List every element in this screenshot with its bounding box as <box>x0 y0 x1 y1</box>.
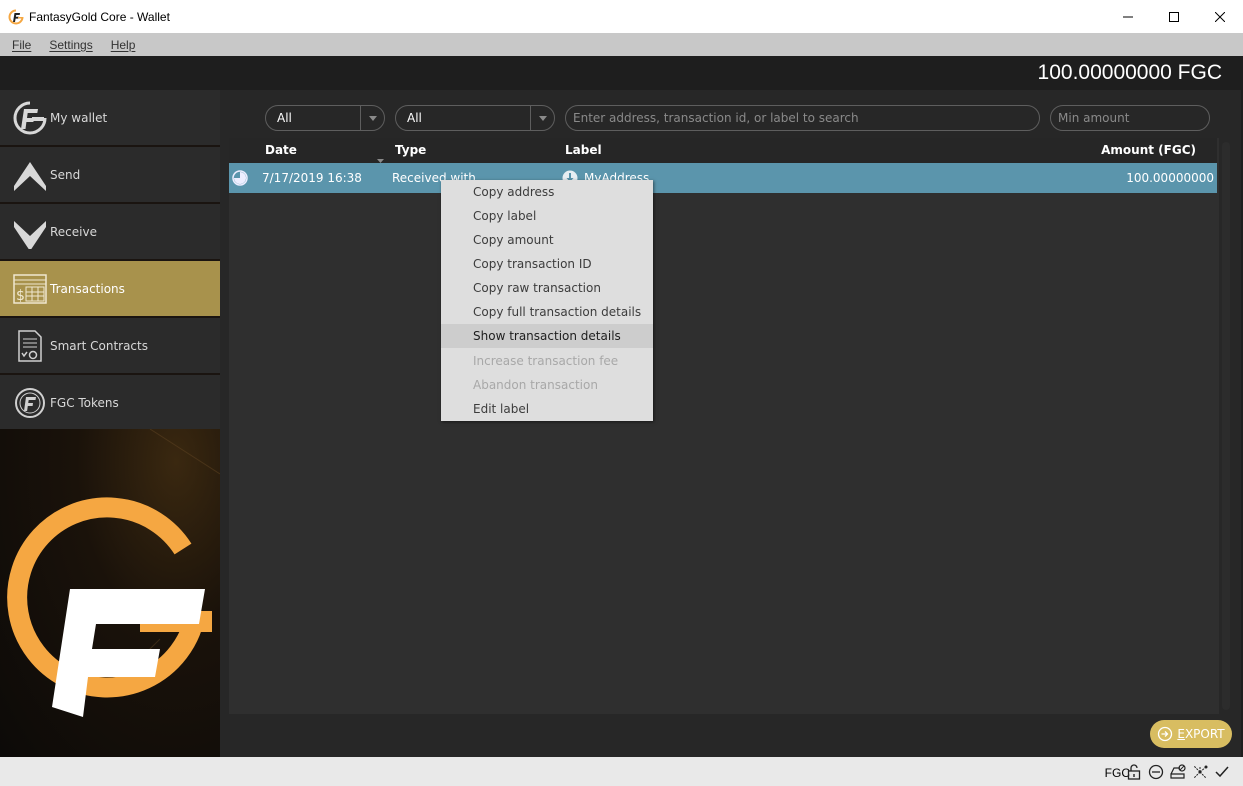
maximize-icon <box>1169 11 1179 22</box>
sidebar: My wallet Send Receive $ Transactions Sm… <box>0 90 220 757</box>
sidebar-item-send[interactable]: Send <box>0 147 220 202</box>
row-amount: 100.00000000 <box>1126 171 1214 185</box>
export-button[interactable]: EXPORT <box>1150 720 1232 748</box>
fantasygold-logo <box>7 429 220 717</box>
export-icon <box>1158 726 1173 742</box>
menu-item-copy-raw-transaction[interactable]: Copy raw transaction <box>441 276 653 300</box>
menu-settings[interactable]: Settings <box>49 38 92 52</box>
row-date: 7/17/2019 16:38 <box>262 171 362 185</box>
table-row[interactable]: 7/17/2019 16:38 Received with MyAddress … <box>229 163 1217 193</box>
synced-check-icon[interactable] <box>1213 763 1231 781</box>
date-filter-value: All <box>277 111 292 125</box>
sidebar-label: Smart Contracts <box>50 338 148 353</box>
menu-item-abandon-transaction: Abandon transaction <box>473 378 598 392</box>
search-input[interactable]: Enter address, transaction id, or label … <box>565 105 1040 131</box>
sidebar-label: My wallet <box>50 110 108 125</box>
menu-help[interactable]: Help <box>111 38 136 52</box>
column-date[interactable]: Date <box>265 143 297 157</box>
column-label[interactable]: Label <box>565 143 602 157</box>
app-logo-icon <box>8 9 24 24</box>
sidebar-brand-background <box>0 429 220 757</box>
sidebar-label: Send <box>50 167 81 182</box>
confirming-clock-icon <box>232 170 248 190</box>
menu-item-show-details[interactable]: Show transaction details <box>441 324 653 348</box>
sidebar-item-receive[interactable]: Receive <box>0 204 220 259</box>
send-arrow-up-icon <box>13 158 47 192</box>
menu-item-edit-label[interactable]: Edit label <box>441 397 653 421</box>
total-balance: 100.00000000 FGC <box>1037 61 1222 84</box>
scrollbar-track[interactable] <box>1222 142 1230 710</box>
status-bar: FGC <box>0 757 1243 786</box>
min-amount-input[interactable]: Min amount <box>1050 105 1210 131</box>
sidebar-label: FGC Tokens <box>50 395 119 410</box>
staking-off-icon[interactable] <box>1147 763 1165 781</box>
column-amount[interactable]: Amount (FGC) <box>1101 143 1196 157</box>
menu-item-copy-address[interactable]: Copy address <box>441 180 653 204</box>
lock-icon[interactable] <box>1125 763 1143 781</box>
export-label: EXPORT <box>1177 727 1225 741</box>
sidebar-item-fgc-tokens[interactable]: FGC Tokens <box>0 375 220 430</box>
context-menu: Copy address Copy label Copy amount Copy… <box>441 180 653 421</box>
balance-header: 100.00000000 FGC <box>0 56 1243 90</box>
sidebar-item-transactions[interactable]: $ Transactions <box>0 261 220 316</box>
maximize-button[interactable] <box>1151 0 1197 33</box>
chevron-down-icon <box>530 106 554 130</box>
type-filter-dropdown[interactable]: All <box>395 105 555 131</box>
transactions-icon: $ <box>13 272 47 306</box>
menu-item-copy-label[interactable]: Copy label <box>441 204 653 228</box>
close-button[interactable] <box>1197 0 1243 33</box>
transactions-page: All All Enter address, transaction id, o… <box>220 90 1243 757</box>
menu-item-copy-full-details[interactable]: Copy full transaction details <box>441 300 653 324</box>
sidebar-label: Transactions <box>50 281 125 296</box>
menu-bar: File Settings Help <box>0 33 1243 56</box>
vertical-scrollbar[interactable] <box>1219 138 1233 714</box>
network-icon[interactable] <box>1191 763 1209 781</box>
type-filter-value: All <box>407 111 422 125</box>
sidebar-item-smart-contracts[interactable]: Smart Contracts <box>0 318 220 373</box>
minimize-button[interactable] <box>1105 0 1151 33</box>
smart-contract-icon <box>13 329 47 363</box>
menu-item-copy-transaction-id[interactable]: Copy transaction ID <box>441 252 653 276</box>
chevron-down-icon <box>360 106 384 130</box>
column-type[interactable]: Type <box>395 143 426 157</box>
fg-logo-icon <box>13 101 47 135</box>
title-bar: FantasyGold Core - Wallet <box>0 0 1243 33</box>
sidebar-item-my-wallet[interactable]: My wallet <box>0 90 220 145</box>
hd-disabled-icon[interactable] <box>1169 763 1187 781</box>
menu-item-increase-fee: Increase transaction fee <box>473 354 619 368</box>
minimize-icon <box>1123 16 1133 17</box>
window-title: FantasyGold Core - Wallet <box>29 9 170 24</box>
close-icon <box>1215 11 1225 22</box>
receive-arrow-down-icon <box>13 215 47 249</box>
token-icon <box>13 386 47 420</box>
date-filter-dropdown[interactable]: All <box>265 105 385 131</box>
menu-file[interactable]: File <box>12 38 31 52</box>
svg-text:$: $ <box>16 288 25 304</box>
transactions-table: Date Type Label Amount (FGC) 7/17/2019 1… <box>229 138 1233 714</box>
table-header: Date Type Label Amount (FGC) <box>229 138 1217 163</box>
menu-item-copy-amount[interactable]: Copy amount <box>441 228 653 252</box>
sidebar-label: Receive <box>50 224 97 239</box>
